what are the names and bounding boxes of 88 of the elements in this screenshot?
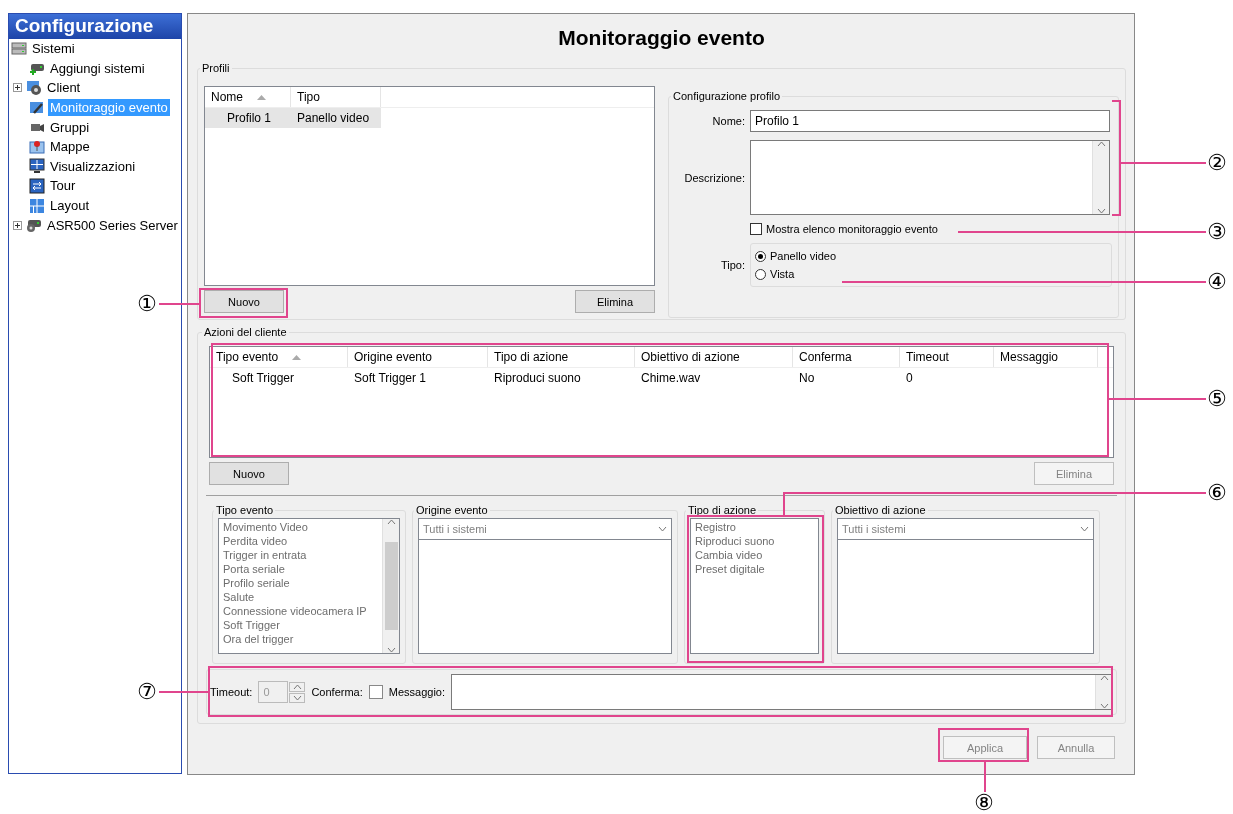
- callout-number: ①: [137, 293, 157, 315]
- button[interactable]: Elimina: [575, 290, 655, 313]
- column-title: Origine evento: [354, 350, 433, 364]
- page-title: Monitoraggio evento: [557, 25, 766, 51]
- callout-number: ⑦: [137, 681, 157, 703]
- column-header[interactable]: Tipo: [291, 87, 381, 107]
- expand-icon[interactable]: [13, 220, 22, 230]
- spin-up-icon[interactable]: [292, 683, 302, 690]
- column-header[interactable]: Tipo evento: [210, 347, 348, 367]
- expand-icon[interactable]: [13, 83, 22, 93]
- tree-item[interactable]: Monitoraggio evento: [48, 99, 170, 117]
- column-header[interactable]: Nome: [205, 87, 291, 107]
- button[interactable]: Nuovo: [209, 462, 289, 485]
- group-title: Tipo di azione: [687, 504, 758, 516]
- column-title: Nome: [211, 90, 243, 104]
- column-header[interactable]: Tipo di azione: [488, 347, 635, 367]
- tree-item[interactable]: Gruppi: [48, 118, 92, 136]
- gear-icon: [26, 80, 42, 96]
- callout-number: ⑤: [1207, 388, 1227, 410]
- column-title: Conferma: [799, 350, 852, 364]
- name-field[interactable]: Profilo 1: [750, 110, 1110, 132]
- field-label: Messaggio:: [388, 686, 445, 698]
- tree-item[interactable]: Layout: [48, 197, 92, 215]
- column-title: Tipo: [297, 90, 320, 104]
- callout-number: ②: [1207, 152, 1227, 174]
- group-title: Configurazione profilo: [672, 90, 781, 102]
- column-header[interactable]: Timeout: [900, 347, 994, 367]
- callout-number: ③: [1207, 221, 1227, 243]
- map-pin-icon: [29, 138, 45, 155]
- column-title: Timeout: [906, 350, 949, 364]
- callout-number: ⑥: [1207, 482, 1227, 504]
- radio-button[interactable]: [755, 268, 766, 280]
- radio-label: Vista: [770, 268, 795, 280]
- tree-item[interactable]: Tour: [48, 177, 78, 195]
- tree-item[interactable]: Aggiungi sistemi: [48, 59, 147, 77]
- tree-item[interactable]: Mappe: [48, 138, 92, 156]
- table-cell: Panello video: [291, 108, 381, 128]
- grid-icon: [29, 197, 45, 214]
- sidebar-title: Configurazione: [9, 14, 181, 39]
- radio-button[interactable]: [755, 250, 766, 262]
- column-title: Tipo evento: [216, 350, 279, 364]
- group-title: Obiettivo di azione: [834, 504, 927, 516]
- field-label: Timeout:: [210, 686, 253, 698]
- checkbox[interactable]: [750, 223, 762, 235]
- table-cell-text: 0: [905, 370, 914, 387]
- sort-ascending-icon: [292, 354, 302, 360]
- column-header[interactable]: Origine evento: [348, 347, 488, 367]
- table-cell: Profilo 1: [205, 108, 291, 128]
- column-header[interactable]: Conferma: [793, 347, 900, 367]
- column-title: Messaggio: [1000, 350, 1059, 364]
- column-header[interactable]: Messaggio: [994, 347, 1098, 367]
- leader-line: [158, 303, 201, 305]
- table-cell-text: Soft Trigger: [231, 370, 296, 387]
- group-title: Tipo evento: [215, 504, 275, 516]
- table-cell-text: Riproduci suono: [493, 370, 582, 387]
- sort-ascending-icon: [257, 94, 266, 100]
- leader-line: [158, 691, 210, 693]
- description-field[interactable]: [750, 140, 1110, 215]
- monitor-icon: [29, 158, 45, 175]
- group-title: Azioni del cliente: [203, 326, 288, 338]
- cycle-icon: [29, 177, 45, 194]
- table-cell-text: Chime.wav: [640, 370, 702, 387]
- field-label: Nome:: [711, 115, 745, 127]
- callout-number: ⑧: [974, 792, 994, 814]
- leader-line: [984, 760, 986, 793]
- spin-down-icon[interactable]: [292, 694, 302, 701]
- table-cell-text: No: [798, 370, 816, 387]
- radio-label: Panello video: [770, 250, 837, 262]
- tree-item[interactable]: ASR500 Series Server: [45, 216, 180, 234]
- tree-item[interactable]: Client: [45, 79, 83, 97]
- tree-item[interactable]: Sistemi: [30, 40, 77, 58]
- column-title: Tipo di azione: [494, 350, 569, 364]
- checkbox-label: Mostra elenco monitoraggio evento: [766, 223, 938, 235]
- group-title: Profili: [201, 62, 231, 74]
- message-field[interactable]: [451, 674, 1113, 710]
- server-rack-icon: [11, 40, 27, 57]
- server-gear-icon: [26, 217, 42, 234]
- column-title: Obiettivo di azione: [641, 350, 740, 364]
- field-label: Descrizione:: [683, 171, 745, 184]
- field-label: Tipo:: [719, 259, 745, 271]
- table-cell-text: Soft Trigger 1: [353, 370, 428, 387]
- button[interactable]: Nuovo: [204, 290, 284, 313]
- checkbox[interactable]: [368, 685, 383, 699]
- field-label: Conferma:: [311, 686, 363, 698]
- tree-item[interactable]: Visualizzazioni: [48, 157, 138, 175]
- column-header[interactable]: Obiettivo di azione: [635, 347, 793, 367]
- group-title: Origine evento: [415, 504, 489, 516]
- callout-number: ④: [1207, 271, 1227, 293]
